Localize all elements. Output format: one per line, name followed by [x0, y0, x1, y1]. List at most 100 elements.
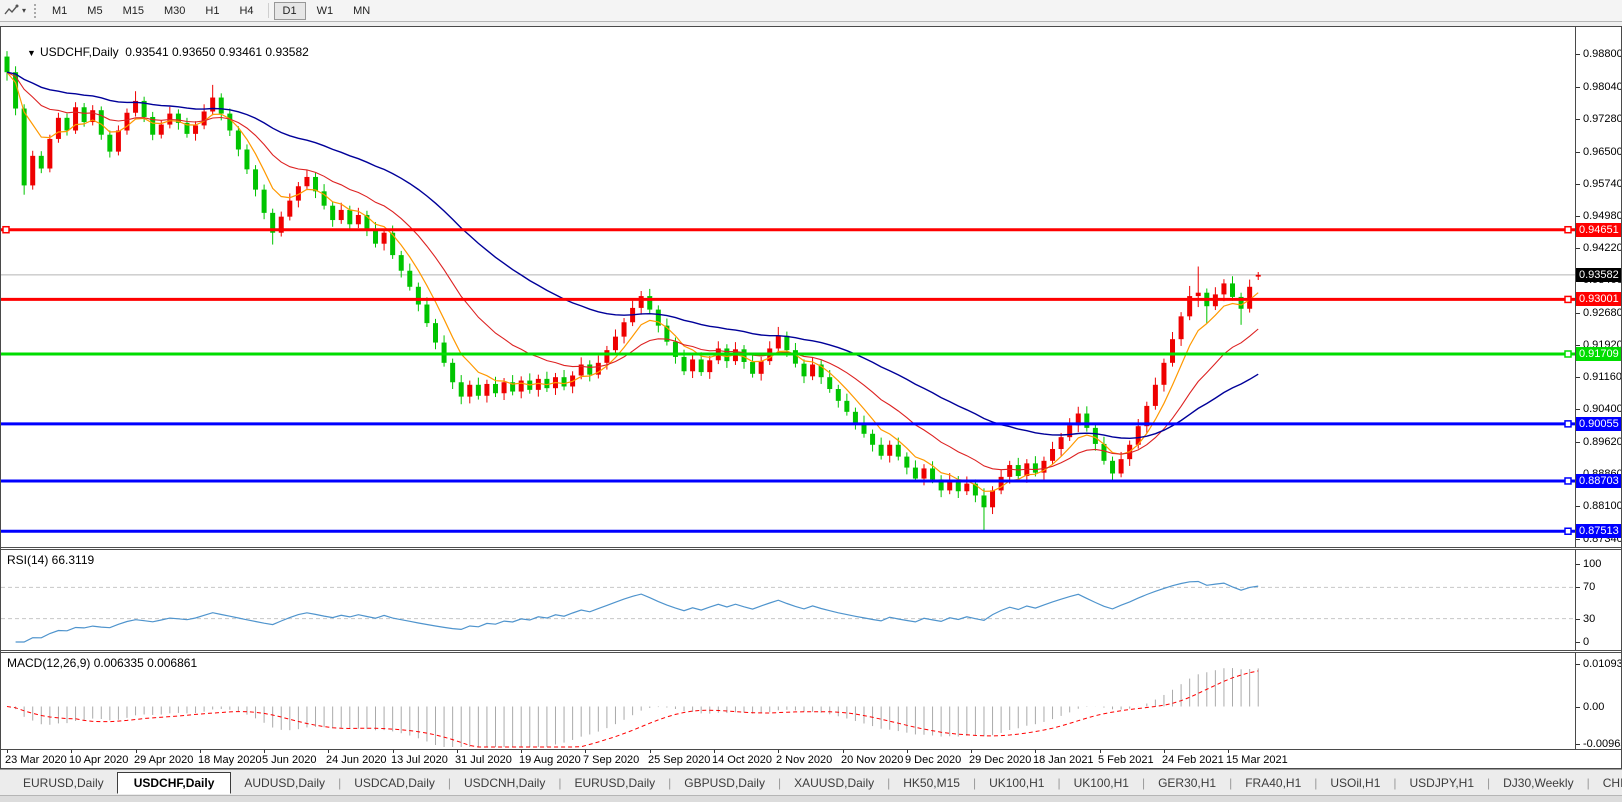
candle-body	[64, 118, 69, 131]
price-tick-mark	[1576, 442, 1580, 443]
time-tick-label: 19 Aug 2020	[519, 754, 581, 766]
macd-canvas[interactable]	[1, 653, 1575, 749]
symbol-tab-uk100-h1[interactable]: UK100,H1	[976, 773, 1057, 793]
candle-body	[793, 350, 798, 364]
price-axis[interactable]: 0.988000.980400.972800.965000.957400.949…	[1575, 27, 1621, 547]
candle-body	[1196, 293, 1201, 296]
line-handle[interactable]	[1565, 421, 1571, 427]
macd-tick-label: 0.010933	[1583, 658, 1621, 670]
timeframe-button-m15[interactable]: M15	[114, 2, 153, 20]
rsi-tick-mark	[1576, 619, 1580, 620]
toolbar-grip[interactable]	[34, 4, 36, 18]
price-tick-label: 0.98800	[1583, 48, 1621, 60]
candle-body	[493, 384, 498, 393]
symbol-tab-eurusd-daily[interactable]: EURUSD,Daily	[10, 773, 117, 793]
rsi-tick-mark	[1576, 587, 1580, 588]
symbol-tab-eurusd-daily[interactable]: EURUSD,Daily	[561, 773, 668, 793]
timeframe-button-d1[interactable]: D1	[274, 2, 306, 20]
candle-body	[1221, 283, 1226, 294]
symbol-tab-usdcad-daily[interactable]: USDCAD,Daily	[341, 773, 448, 793]
candle-body	[202, 111, 207, 125]
timeframe-button-m5[interactable]: M5	[78, 2, 111, 20]
macd-panel[interactable]: MACD(12,26,9) 0.006335 0.006861 0.010933…	[1, 653, 1621, 749]
timeframe-button-mn[interactable]: MN	[344, 2, 379, 20]
price-tick-label: 0.94980	[1583, 210, 1621, 222]
symbol-tab-china300-h1[interactable]: CHINA300,H1	[1590, 773, 1622, 793]
line-handle[interactable]	[1565, 478, 1571, 484]
price-tick-mark	[1576, 152, 1580, 153]
time-tick-label: 5 Jun 2020	[262, 754, 316, 766]
candle-body	[587, 365, 592, 375]
timeframe-button-m1[interactable]: M1	[43, 2, 76, 20]
line-handle[interactable]	[1565, 296, 1571, 302]
line-handle[interactable]	[3, 227, 9, 233]
symbol-tab-bar: EURUSD,DailyUSDCHF,DailyAUDUSD,Daily|USD…	[0, 769, 1622, 795]
time-tick-mark	[264, 750, 265, 753]
time-tick-label: 2 Nov 2020	[776, 754, 832, 766]
chart-tool-icon[interactable]	[4, 4, 20, 18]
symbol-tab-gbpusd-daily[interactable]: GBPUSD,Daily	[671, 773, 778, 793]
line-price-label: 0.94651	[1576, 223, 1621, 237]
time-tick-label: 13 Jul 2020	[391, 754, 448, 766]
candle-body	[844, 401, 849, 412]
time-tick-label: 29 Dec 2020	[969, 754, 1031, 766]
candle-body	[30, 156, 35, 186]
symbol-tab-usdcnh-daily[interactable]: USDCNH,Daily	[451, 773, 558, 793]
timeframe-button-m30[interactable]: M30	[155, 2, 194, 20]
chevron-down-icon[interactable]: ▾	[22, 6, 26, 15]
macd-tick-label: 0.00	[1583, 701, 1604, 713]
main-price-panel[interactable]: ▼USDCHF,Daily 0.93541 0.93650 0.93461 0.…	[1, 27, 1621, 547]
price-tick-mark	[1576, 119, 1580, 120]
candle-body	[450, 363, 455, 382]
candle-body	[1033, 463, 1038, 472]
candle-body	[981, 495, 986, 507]
candle-body	[1050, 449, 1055, 461]
symbol-tab-ger30-h1[interactable]: GER30,H1	[1145, 773, 1229, 793]
time-tick-mark	[907, 750, 908, 753]
candle-body	[56, 118, 61, 139]
time-tick-label: 7 Sep 2020	[583, 754, 639, 766]
symbol-tab-usdjpy-h1[interactable]: USDJPY,H1	[1397, 773, 1487, 793]
candle-body	[22, 109, 27, 186]
candle-body	[159, 125, 164, 135]
time-tick-mark	[393, 750, 394, 753]
symbol-tab-fra40-h1[interactable]: FRA40,H1	[1232, 773, 1314, 793]
time-tick-mark	[714, 750, 715, 753]
collapse-icon[interactable]: ▼	[27, 48, 36, 58]
time-tick-mark	[200, 750, 201, 753]
candle-body	[1161, 363, 1166, 385]
line-handle[interactable]	[1565, 227, 1571, 233]
candle-body	[399, 255, 404, 271]
time-tick-label: 14 Oct 2020	[712, 754, 772, 766]
line-handle[interactable]	[1565, 528, 1571, 534]
candle-body	[1119, 459, 1124, 473]
time-axis[interactable]: 23 Mar 202010 Apr 202029 Apr 202018 May …	[1, 749, 1621, 768]
rsi-canvas[interactable]	[1, 550, 1575, 650]
symbol-tab-usdchf-daily[interactable]: USDCHF,Daily	[117, 772, 232, 794]
symbol-tab-audusd-daily[interactable]: AUDUSD,Daily	[231, 773, 338, 793]
symbol-tab-hk50-m15[interactable]: HK50,M15	[890, 773, 973, 793]
symbol-tab-uk100-h1[interactable]: UK100,H1	[1061, 773, 1142, 793]
timeframe-button-h1[interactable]: H1	[196, 2, 228, 20]
candle-body	[802, 364, 807, 377]
time-tick-mark	[1100, 750, 1101, 753]
symbol-tab-usoil-h1[interactable]: USOil,H1	[1317, 773, 1393, 793]
candle-body	[313, 177, 318, 191]
candle-body	[519, 381, 524, 392]
price-tick-mark	[1576, 87, 1580, 88]
price-chart-canvas[interactable]	[1, 27, 1575, 547]
symbol-tab-xauusd-daily[interactable]: XAUUSD,Daily	[781, 773, 887, 793]
timeframe-button-h4[interactable]: H4	[230, 2, 262, 20]
candle-body	[356, 215, 361, 224]
rsi-panel[interactable]: RSI(14) 66.3119 10070300	[1, 550, 1621, 650]
rsi-axis[interactable]: 10070300	[1575, 550, 1621, 650]
candle-body	[1093, 428, 1098, 444]
macd-axis[interactable]: 0.0109330.00-0.009653	[1575, 653, 1621, 749]
symbol-tab-dj30-weekly[interactable]: DJ30,Weekly	[1490, 773, 1586, 793]
timeframe-button-w1[interactable]: W1	[308, 2, 343, 20]
candle-body	[682, 357, 687, 371]
line-handle[interactable]	[1565, 351, 1571, 357]
candle-body	[476, 385, 481, 396]
price-tick-label: 0.96500	[1583, 146, 1621, 158]
candle-body	[193, 125, 198, 133]
